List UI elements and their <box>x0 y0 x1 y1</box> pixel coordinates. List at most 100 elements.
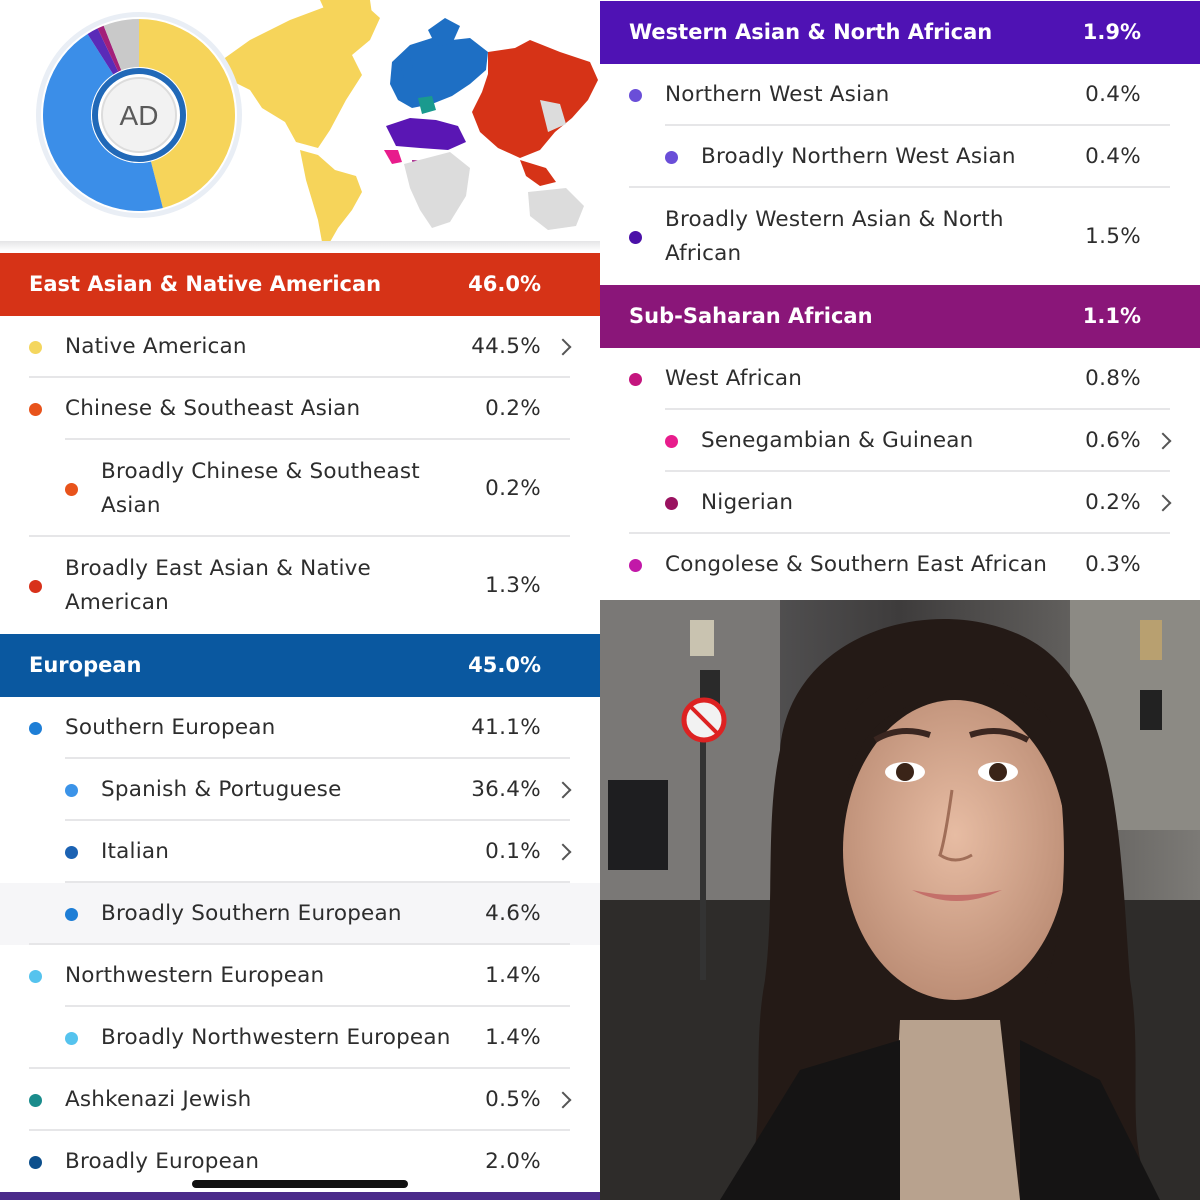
ancestry-row: Northern West Asian 0.4% <box>600 64 1200 126</box>
population-percent: 36.4% <box>471 777 541 802</box>
sweater <box>890 1020 1020 1200</box>
population-color-dot <box>665 435 678 448</box>
population-color-dot <box>29 970 42 983</box>
category-header: Western Asian & North African 1.9% <box>600 1 1200 64</box>
population-name: Congolese & Southern East African <box>665 552 1048 577</box>
category-percent: 1.9% <box>1082 20 1141 44</box>
category-name: Sub-Saharan African <box>629 304 873 328</box>
population-color-dot <box>65 482 78 496</box>
population-color-dot <box>665 151 678 164</box>
map-west-africa <box>384 150 402 164</box>
population-percent: 1.3% <box>485 572 541 598</box>
ancestry-row[interactable]: Native American 44.5% <box>0 316 600 378</box>
population-percent: 0.3% <box>1085 552 1141 577</box>
chevron-right-icon[interactable] <box>554 338 572 356</box>
population-name-line2: Asian <box>101 492 161 518</box>
population-color-dot <box>665 497 678 510</box>
population-name: Ashkenazi Jewish <box>65 1087 252 1112</box>
avatar-initials: AD <box>120 100 159 131</box>
population-name-line2: American <box>65 589 169 615</box>
ancestry-row[interactable]: Senegambian & Guinean 0.6% <box>600 410 1200 472</box>
category-percent: 46.0% <box>468 272 541 296</box>
bottom-accent-bar <box>0 1192 600 1200</box>
population-name: Chinese & Southeast Asian <box>65 396 361 421</box>
population-percent: 0.2% <box>485 475 541 501</box>
map-north-africa <box>386 118 466 150</box>
population-percent: 0.8% <box>1085 366 1141 391</box>
population-name: Southern European <box>65 715 276 740</box>
population-percent: 0.6% <box>1085 428 1141 453</box>
population-color-dot <box>629 373 642 386</box>
ancestry-row[interactable]: Spanish & Portuguese 36.4% <box>0 759 600 821</box>
ancestry-row[interactable]: Italian 0.1% <box>0 821 600 883</box>
population-color-dot <box>29 341 42 354</box>
ancestry-row[interactable]: Nigerian 0.2% <box>600 472 1200 534</box>
population-color-dot <box>29 579 42 593</box>
population-percent: 2.0% <box>485 1149 541 1174</box>
population-name: Broadly East Asian & Native <box>65 555 371 581</box>
category-header: European 45.0% <box>0 634 600 697</box>
ancestry-row[interactable]: Ashkenazi Jewish 0.5% <box>0 1069 600 1131</box>
population-name: Italian <box>101 839 170 864</box>
population-percent: 1.4% <box>485 963 541 988</box>
population-percent: 44.5% <box>471 334 541 359</box>
ancestry-row: Broadly Northwestern European 1.4% <box>0 1007 600 1069</box>
ancestry-row: Broadly Western Asian & North African 1.5% <box>600 188 1200 285</box>
category-header: Sub-Saharan African 1.1% <box>600 285 1200 348</box>
population-color-dot <box>65 846 78 859</box>
population-name: Broadly Northern West Asian <box>701 144 1016 169</box>
ancestry-row: Congolese & Southern East African 0.3% <box>600 534 1200 596</box>
population-name: Broadly Southern European <box>101 901 402 926</box>
population-name: West African <box>665 366 803 391</box>
home-indicator[interactable] <box>192 1180 408 1188</box>
chevron-right-icon[interactable] <box>1154 432 1172 450</box>
map-south-africa <box>404 152 470 228</box>
category-name: Western Asian & North African <box>629 20 993 44</box>
map-southeast-asia <box>520 160 556 186</box>
population-name: Broadly Northwestern European <box>101 1025 451 1050</box>
sign-pole <box>700 730 706 980</box>
ancestry-row: Southern European 41.1% <box>0 697 600 759</box>
population-percent: 0.4% <box>1085 82 1141 107</box>
category-header: East Asian & Native American 46.0% <box>0 253 600 316</box>
population-name: Senegambian & Guinean <box>701 428 974 453</box>
population-percent: 41.1% <box>471 715 541 740</box>
chevron-right-icon[interactable] <box>554 781 572 799</box>
ancestry-breakdown-panel-2: Western Asian & North African 1.9% Norther… <box>600 0 1200 600</box>
population-name: Native American <box>65 334 247 359</box>
population-color-dot <box>29 1156 42 1169</box>
population-name: Northern West Asian <box>665 82 890 107</box>
chevron-right-icon[interactable] <box>554 1091 572 1109</box>
ancestry-row: Chinese & Southeast Asian 0.2% <box>0 378 600 440</box>
population-color-dot <box>65 908 78 921</box>
population-color-dot <box>629 89 642 102</box>
ancestry-hero: AD <box>0 0 600 243</box>
population-color-dot <box>629 230 642 244</box>
ancestry-breakdown-panel: AD East Asian & Native American 46.0% Nati… <box>0 0 600 1200</box>
population-percent: 1.4% <box>485 1025 541 1050</box>
population-percent: 0.2% <box>485 396 541 421</box>
population-percent: 0.4% <box>1085 144 1141 169</box>
population-color-dot <box>65 784 78 797</box>
ancestry-row: Broadly Chinese & Southeast Asian 0.2% <box>0 440 600 537</box>
population-color-dot <box>65 1032 78 1045</box>
selfie-photo <box>600 600 1200 1200</box>
ancestry-row: Broadly Southern European 4.6% <box>0 883 600 945</box>
ancestry-donut-chart[interactable]: AD <box>34 10 244 220</box>
chevron-right-icon[interactable] <box>554 843 572 861</box>
population-percent: 1.5% <box>1085 223 1141 249</box>
chevron-right-icon[interactable] <box>1154 494 1172 512</box>
category-percent: 1.1% <box>1082 304 1141 328</box>
category-percent: 45.0% <box>468 653 541 677</box>
population-name: Broadly European <box>65 1149 260 1174</box>
population-color-dot <box>29 722 42 735</box>
population-percent: 0.5% <box>485 1087 541 1112</box>
face <box>843 700 1067 1000</box>
population-color-dot <box>29 1094 42 1107</box>
map-asia <box>472 40 598 158</box>
population-percent: 0.1% <box>485 839 541 864</box>
selfie-illustration <box>600 600 1200 1200</box>
category-name: European <box>29 653 142 677</box>
ancestry-row: Broadly Northern West Asian 0.4% <box>600 126 1200 188</box>
population-name: Broadly Western Asian & North <box>665 206 1004 232</box>
